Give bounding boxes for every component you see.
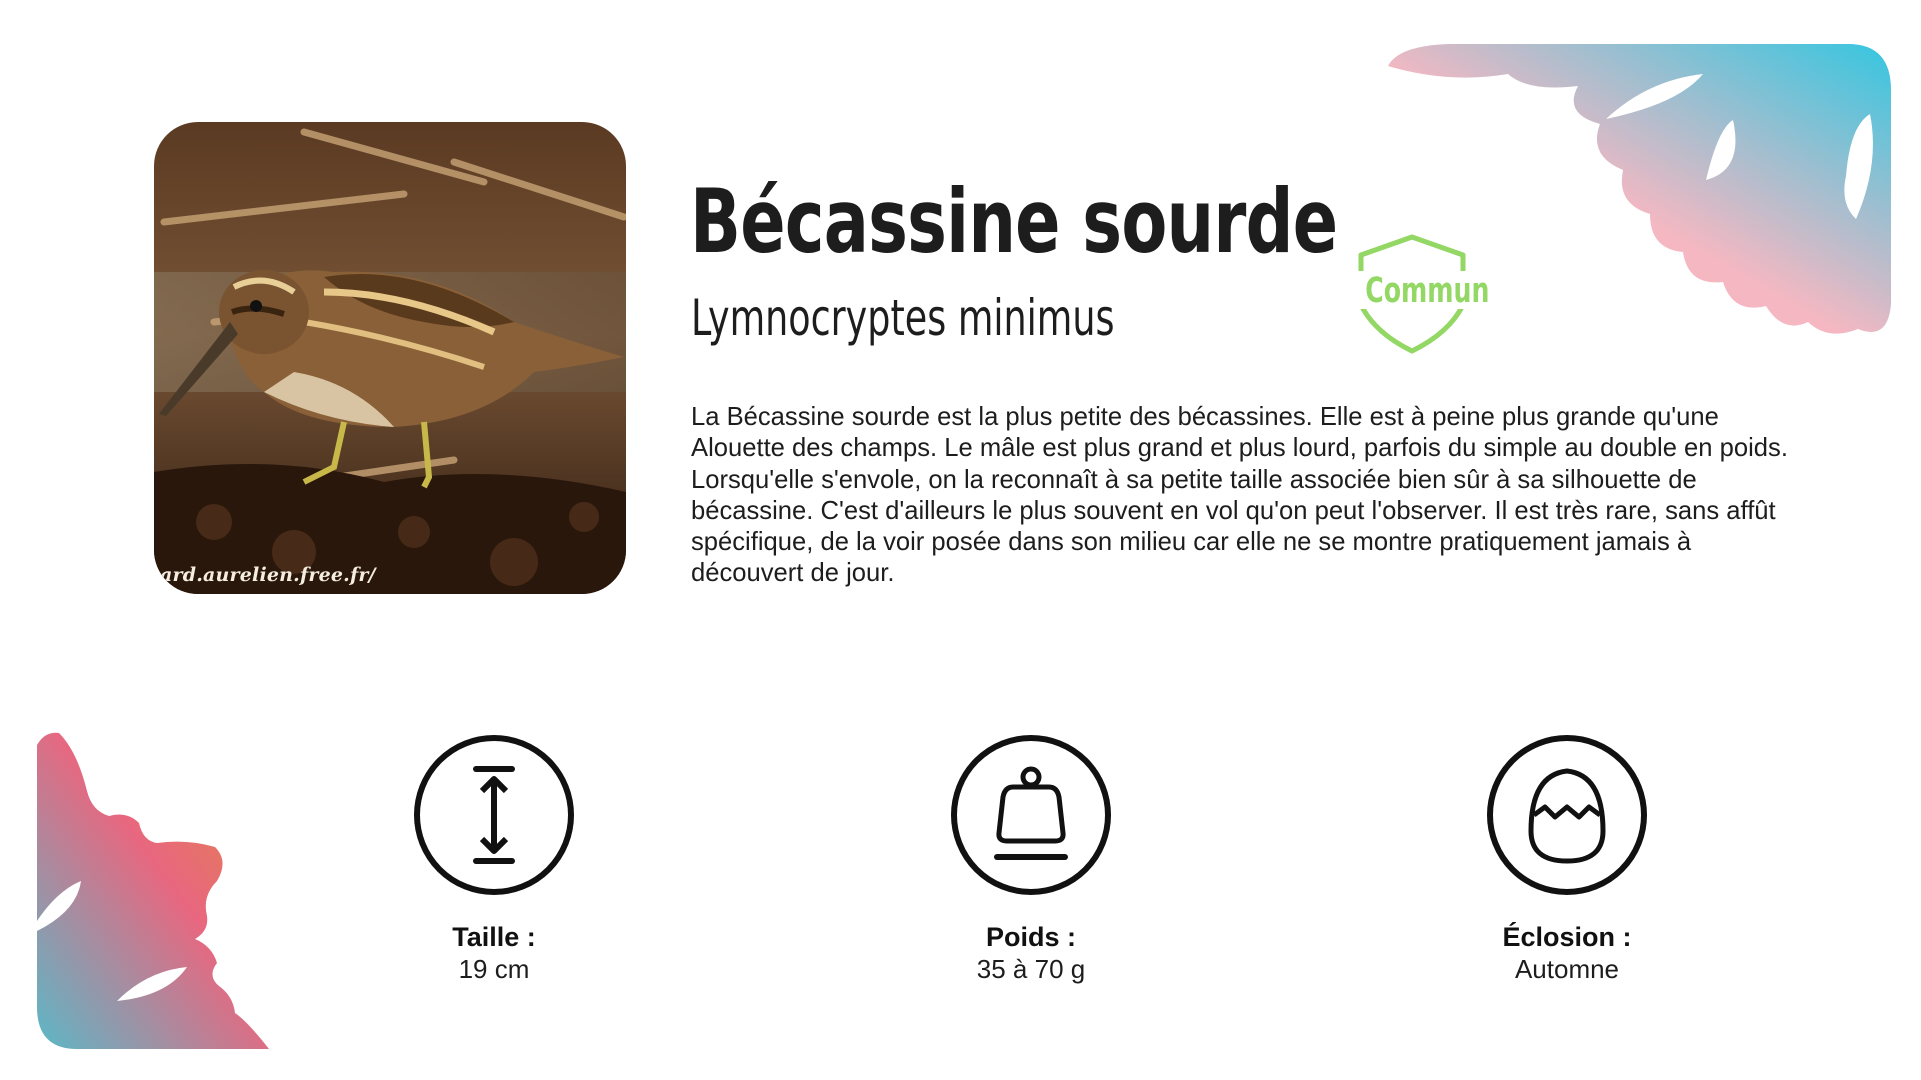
stat-label: Poids : bbox=[985, 922, 1076, 952]
stat-value: 35 à 70 g bbox=[976, 954, 1086, 984]
stat-weight: Poids : 35 à 70 g bbox=[871, 733, 1191, 985]
stat-value: 19 cm bbox=[458, 954, 530, 984]
stat-label: Taille : bbox=[452, 922, 536, 952]
stat-label: Éclosion : bbox=[1502, 922, 1632, 952]
species-description: La Bécassine sourde est la plus petite d… bbox=[691, 403, 1788, 588]
stat-value: Automne bbox=[1514, 954, 1620, 984]
height-arrow-icon bbox=[414, 735, 574, 895]
bird-photo: ard.aurelien.free.fr/ bbox=[154, 122, 626, 594]
decorative-gradient-bottom bbox=[37, 732, 269, 1049]
species-latin-name: Lymnocryptes minimus bbox=[691, 289, 1115, 347]
status-label: Commun bbox=[1365, 271, 1490, 311]
species-name: Bécassine sourde bbox=[690, 170, 1338, 273]
status-badge: Commun bbox=[1357, 233, 1490, 355]
photo-credit: ard.aurelien.free.fr/ bbox=[160, 564, 376, 586]
weight-icon bbox=[951, 735, 1111, 895]
egg-icon bbox=[1487, 735, 1647, 895]
stat-size: Taille : 19 cm bbox=[334, 733, 654, 985]
stat-hatching: Éclosion : Automne bbox=[1407, 733, 1727, 985]
